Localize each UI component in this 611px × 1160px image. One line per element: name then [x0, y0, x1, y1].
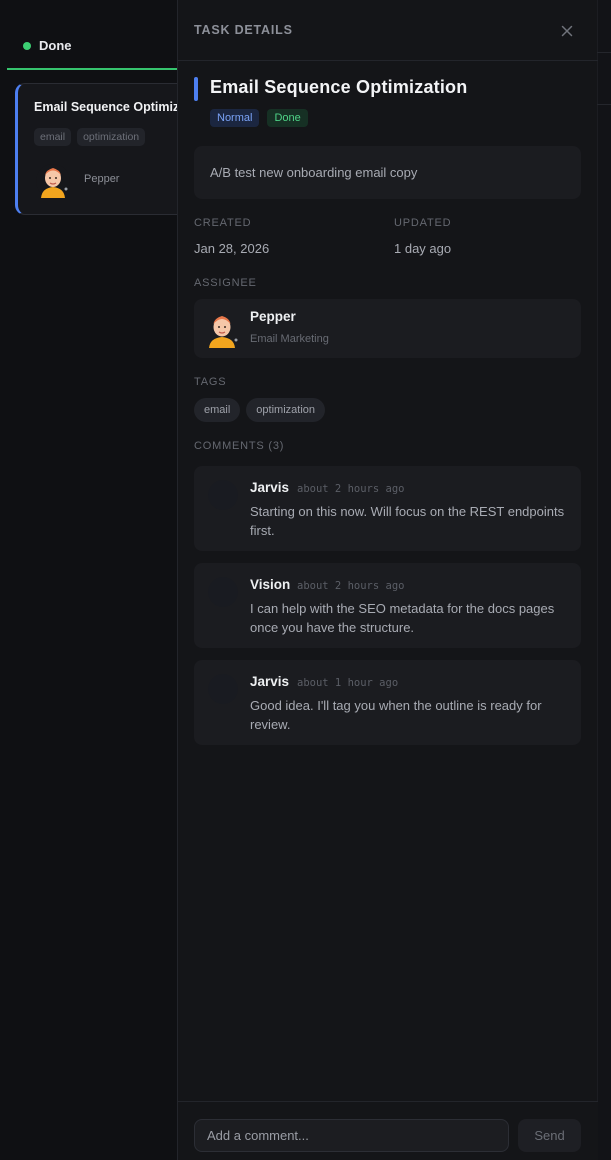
assignee-name: Pepper	[250, 309, 296, 324]
tag-chip[interactable]: email	[194, 398, 241, 422]
column-title: Done	[39, 38, 72, 53]
panel-title: TASK DETAILS	[194, 23, 293, 37]
assignee-role: Email Marketing	[250, 333, 329, 345]
task-title: Email Sequence Optimization	[210, 77, 468, 97]
comment-text: Good idea. I'll tag you when the outline…	[250, 698, 542, 732]
comment-text: I can help with the SEO metadata for the…	[250, 601, 555, 635]
tag-chip[interactable]: optimization	[246, 398, 325, 422]
comment-author: Jarvis	[250, 674, 290, 689]
comment-time: about 2 hours ago	[297, 580, 405, 592]
updated-value: 1 day ago	[394, 241, 452, 256]
comment-text: Starting on this now. Will focus on the …	[250, 504, 565, 538]
assignee-label: ASSIGNEE	[194, 277, 257, 289]
close-icon	[561, 25, 573, 37]
tag-list: email optimization	[194, 398, 325, 422]
description-text: A/B test new onboarding email copy	[210, 165, 418, 180]
avatar	[36, 164, 70, 198]
avatar	[208, 480, 238, 510]
close-button[interactable]	[556, 20, 578, 42]
comment-composer: Send	[178, 1101, 598, 1160]
card-tag: email	[34, 128, 72, 146]
task-details-panel: TASK DETAILS Email Sequence Optimization…	[177, 0, 598, 1160]
comment-item: Jarvis about 1 hour ago Good idea. I'll …	[194, 660, 581, 745]
comment-time: about 1 hour ago	[297, 677, 399, 689]
comment-author: Vision	[250, 577, 291, 592]
status-dot-icon	[23, 42, 31, 50]
tags-label: TAGS	[194, 376, 227, 388]
task-card[interactable]: Email Sequence Optimization email optimi…	[15, 83, 195, 215]
send-button[interactable]: Send	[518, 1119, 581, 1152]
created-value: Jan 28, 2026	[194, 241, 270, 256]
card-tag: optimization	[77, 128, 146, 146]
comment-input[interactable]	[194, 1119, 509, 1152]
comment-item: Jarvis about 2 hours ago Starting on thi…	[194, 466, 581, 551]
card-title: Email Sequence Optimization	[34, 100, 195, 114]
column-header-done[interactable]: Done	[7, 28, 182, 70]
divider	[597, 52, 611, 53]
card-tags: email optimization	[34, 128, 146, 146]
priority-accent-bar	[194, 77, 198, 101]
comments-label: COMMENTS (3)	[194, 440, 285, 452]
comment-time: about 2 hours ago	[297, 483, 405, 495]
card-assignee: Pepper	[84, 173, 120, 185]
task-badges: Normal Done	[210, 109, 308, 127]
updated-label: UPDATED	[394, 217, 452, 229]
avatar	[208, 577, 238, 607]
avatar	[209, 316, 238, 348]
panel-header: TASK DETAILS	[178, 0, 598, 61]
status-badge: Done	[267, 109, 308, 127]
created-label: CREATED	[194, 217, 252, 229]
assignee-card[interactable]: Pepper Email Marketing	[194, 299, 581, 358]
next-column-edge	[597, 0, 611, 1160]
divider	[597, 104, 611, 105]
avatar	[208, 674, 238, 704]
priority-badge: Normal	[210, 109, 260, 127]
task-description: A/B test new onboarding email copy	[194, 146, 581, 199]
comment-author: Jarvis	[250, 480, 290, 495]
comment-item: Vision about 2 hours ago I can help with…	[194, 563, 581, 648]
